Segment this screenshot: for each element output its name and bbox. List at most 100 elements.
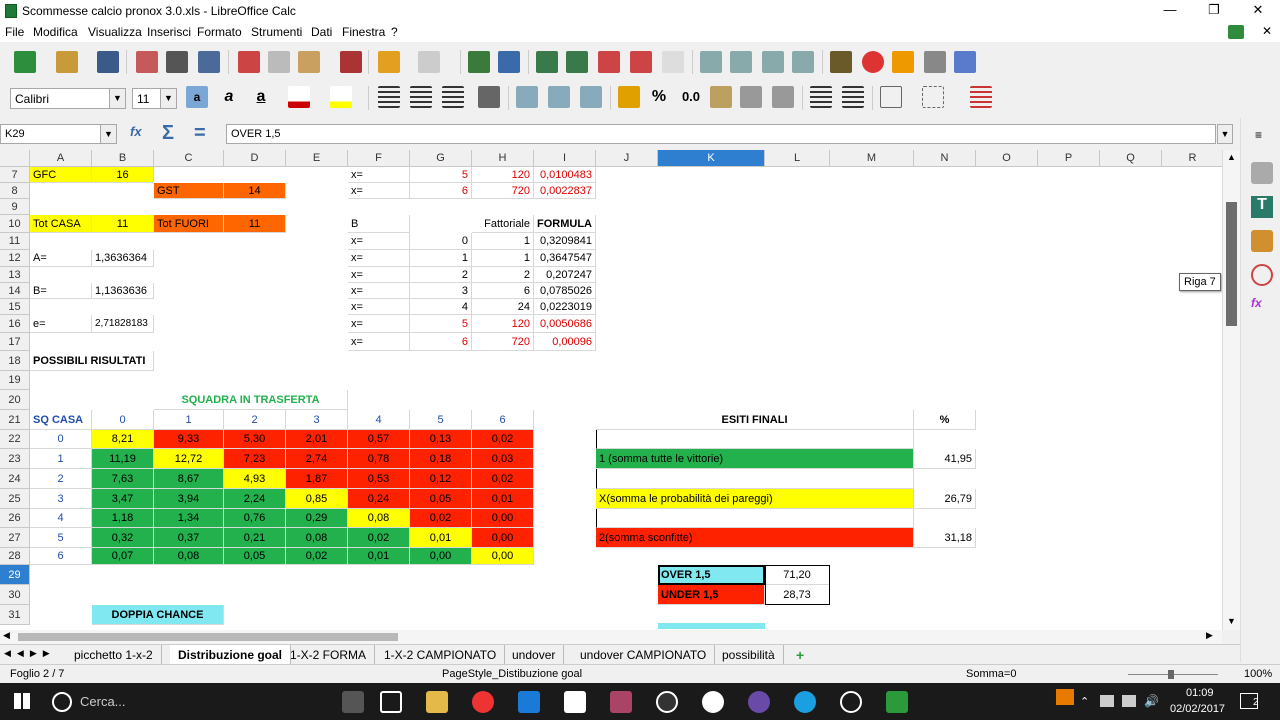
task-view-icon[interactable]: [380, 691, 402, 713]
cell-g23[interactable]: 0,18: [410, 449, 472, 469]
column-header-l[interactable]: L: [765, 150, 830, 167]
cell-i17[interactable]: 0,00096: [534, 333, 596, 351]
scroll-right-icon[interactable]: ▶: [1206, 630, 1213, 641]
cell-g11[interactable]: 0: [410, 233, 472, 250]
app-icon[interactable]: [610, 691, 632, 713]
cell-f21[interactable]: 4: [348, 410, 410, 430]
chrome-icon[interactable]: [472, 691, 494, 713]
sort-ascending-icon[interactable]: [762, 51, 784, 73]
cell-b24[interactable]: 7,63: [92, 469, 154, 489]
row-header-23[interactable]: 23: [0, 449, 30, 469]
open-icon[interactable]: [56, 51, 78, 73]
sort-descending-icon[interactable]: [730, 51, 752, 73]
cell-f25[interactable]: 0,24: [348, 489, 410, 509]
cell-d27[interactable]: 0,21: [224, 528, 286, 548]
network-icon[interactable]: [1100, 695, 1114, 707]
cell-f27[interactable]: 0,02: [348, 528, 410, 548]
column-header-n[interactable]: N: [914, 150, 976, 167]
cell-h15[interactable]: 24: [472, 299, 534, 315]
cell-h11[interactable]: 1: [472, 233, 534, 250]
styles-icon[interactable]: T: [1251, 196, 1273, 218]
column-header-g[interactable]: G: [410, 150, 472, 167]
cell-a22[interactable]: 0: [30, 430, 92, 449]
cell-g24[interactable]: 0,12: [410, 469, 472, 489]
align-right-icon[interactable]: [442, 86, 464, 108]
microphone-icon[interactable]: [342, 691, 364, 713]
add-sheet-icon[interactable]: +: [796, 647, 804, 663]
cell-h8[interactable]: 720: [472, 183, 534, 199]
close-button[interactable]: ✕: [1236, 0, 1280, 22]
sidebar-menu-icon[interactable]: ≡: [1255, 128, 1262, 142]
column-header-k[interactable]: K: [658, 150, 765, 167]
add-decimal-icon[interactable]: [740, 86, 762, 108]
cell-h27[interactable]: 0,00: [472, 528, 534, 548]
cell-d24[interactable]: 4,93: [224, 469, 286, 489]
menu-strumenti[interactable]: Strumenti: [251, 25, 302, 39]
row-header-24[interactable]: 24: [0, 469, 30, 489]
media-icon[interactable]: [656, 691, 678, 713]
cell-b27[interactable]: 0,32: [92, 528, 154, 548]
libreoffice-calc-taskbar-icon[interactable]: [886, 691, 908, 713]
notification-alert-icon[interactable]: [1056, 689, 1074, 705]
conditional-format-icon[interactable]: [970, 86, 992, 108]
cell-k30[interactable]: UNDER 1,5: [658, 585, 765, 605]
menu-dati[interactable]: Dati: [311, 25, 332, 39]
cell-b21[interactable]: 0: [92, 410, 154, 430]
cell-j23[interactable]: 1 (somma tutte le vittorie): [596, 449, 914, 469]
hp-icon[interactable]: [702, 691, 724, 713]
keyboard-icon[interactable]: [1122, 695, 1136, 707]
tab-distribuzione-goal[interactable]: Distribuzione goal: [170, 645, 292, 665]
row-header-10[interactable]: 10: [0, 215, 30, 233]
align-center-icon[interactable]: [410, 86, 432, 108]
number-format-icon[interactable]: 0.0: [678, 86, 704, 108]
chevron-up-icon[interactable]: ⌃: [1080, 695, 1089, 708]
row-header-19[interactable]: 19: [0, 371, 30, 390]
increase-indent-icon[interactable]: [810, 86, 832, 108]
cell-j22[interactable]: [596, 430, 914, 449]
row-header-13[interactable]: 13: [0, 267, 30, 283]
scroll-down-icon[interactable]: ▼: [1227, 616, 1236, 626]
row-header-11[interactable]: 11: [0, 233, 30, 250]
cell-a18[interactable]: POSSIBILI RISULTATI: [30, 351, 154, 371]
cell-n23[interactable]: 41,95: [914, 449, 976, 469]
scroll-up-icon[interactable]: ▲: [1227, 152, 1236, 162]
cell-f16[interactable]: x=: [348, 315, 410, 333]
print-preview-icon[interactable]: [198, 51, 220, 73]
cell-f17[interactable]: x=: [348, 333, 410, 351]
pivot-table-icon[interactable]: [892, 51, 914, 73]
cell-e23[interactable]: 2,74: [286, 449, 348, 469]
cell-g21[interactable]: 5: [410, 410, 472, 430]
spelling-icon[interactable]: [468, 51, 490, 73]
cell-a28[interactable]: 6: [30, 548, 92, 565]
clock-time[interactable]: 01:09: [1186, 687, 1214, 699]
currency-icon[interactable]: [618, 86, 640, 108]
navigator-icon[interactable]: [1251, 264, 1273, 286]
cell-h17[interactable]: 720: [472, 333, 534, 351]
properties-icon[interactable]: [1251, 162, 1273, 184]
column-header-j[interactable]: J: [596, 150, 658, 167]
align-top-icon[interactable]: [516, 86, 538, 108]
column-header-e[interactable]: E: [286, 150, 348, 167]
row-header-28[interactable]: 28: [0, 548, 30, 565]
align-bottom-icon[interactable]: [580, 86, 602, 108]
cell-c21[interactable]: 1: [154, 410, 224, 430]
cell-c27[interactable]: 0,37: [154, 528, 224, 548]
cell-f13[interactable]: x=: [348, 267, 410, 283]
row-header-20[interactable]: 20: [0, 390, 30, 410]
cell-d25[interactable]: 2,24: [224, 489, 286, 509]
row-header-26[interactable]: 26: [0, 509, 30, 528]
cell-g22[interactable]: 0,13: [410, 430, 472, 449]
cell-h28[interactable]: 0,00: [472, 548, 534, 565]
file-explorer-icon[interactable]: [426, 691, 448, 713]
tab-1x2-forma[interactable]: 1-X-2 FORMA: [282, 645, 376, 665]
cell-g17[interactable]: 6: [410, 333, 472, 351]
cell-g25[interactable]: 0,05: [410, 489, 472, 509]
cell-a10[interactable]: Tot CASA: [30, 215, 92, 233]
menu-visualizza[interactable]: Visualizza: [88, 25, 142, 39]
cell-e27[interactable]: 0,08: [286, 528, 348, 548]
highlight-icon[interactable]: [330, 86, 352, 108]
row-header-12[interactable]: 12: [0, 250, 30, 267]
cell-n21[interactable]: %: [914, 410, 976, 430]
cell-f12[interactable]: x=: [348, 250, 410, 267]
cell-e26[interactable]: 0,29: [286, 509, 348, 528]
